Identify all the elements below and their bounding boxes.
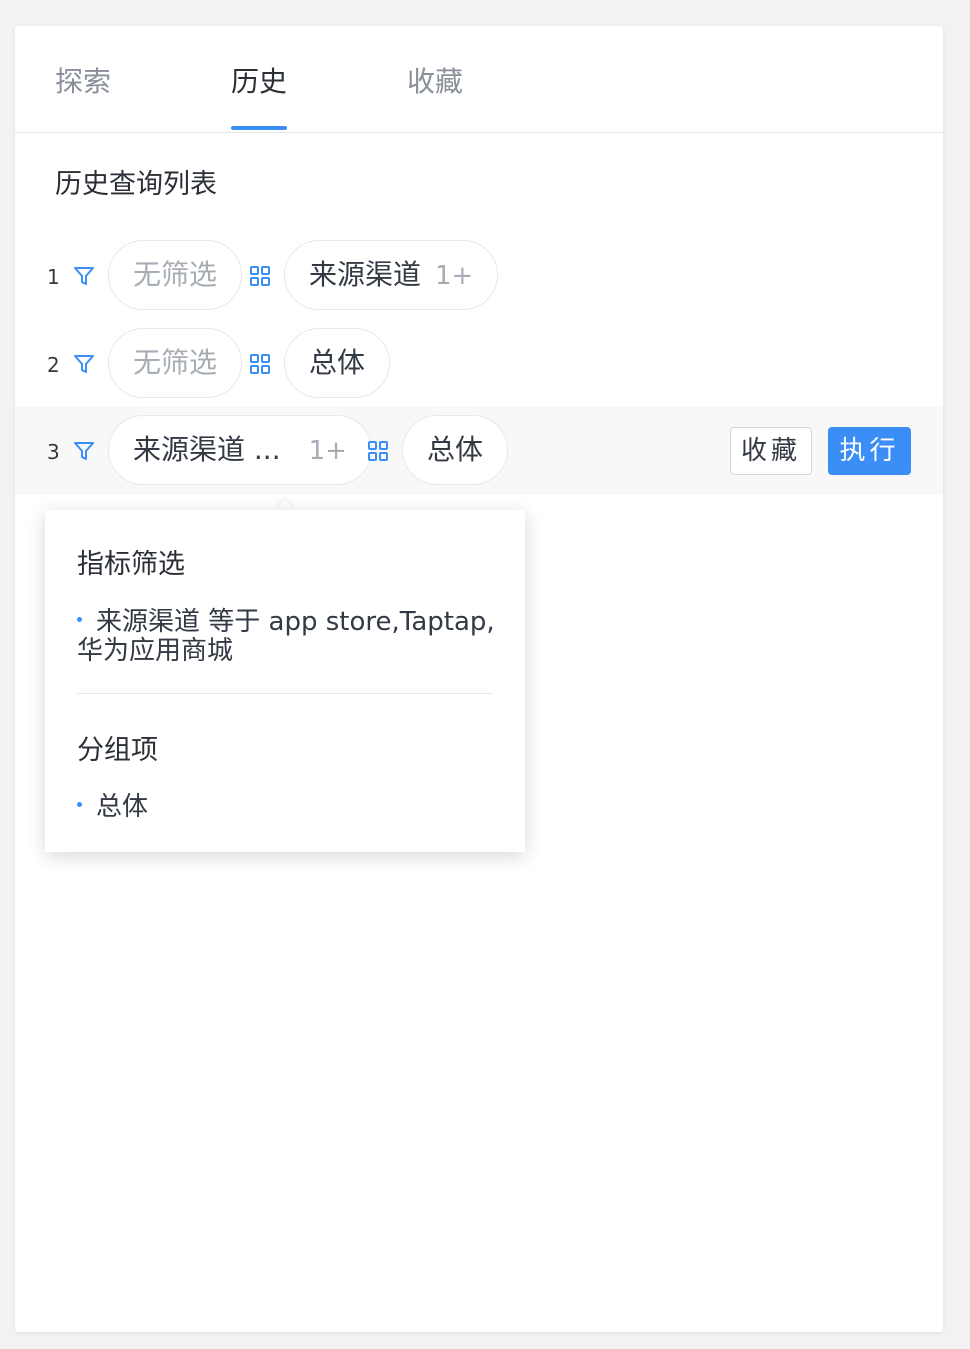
- group-icon: [250, 354, 270, 374]
- history-row[interactable]: 1 无筛选 来源渠道 1+: [15, 232, 943, 320]
- group-by-heading: 分组项: [77, 735, 158, 766]
- row-number: 3: [47, 440, 60, 464]
- group-pill[interactable]: 来源渠道 1+: [284, 240, 499, 310]
- active-tab-indicator: [231, 126, 287, 130]
- favorite-button[interactable]: 收藏: [730, 427, 812, 475]
- tab-favorites[interactable]: 收藏: [407, 64, 463, 100]
- history-row[interactable]: 2 无筛选 总体: [15, 320, 943, 408]
- filter-pill[interactable]: 无筛选: [108, 328, 243, 398]
- popover-divider: [77, 693, 493, 694]
- bullet-dot: [77, 802, 82, 807]
- metric-filter-text: 来源渠道 等于 app store,Taptap,华为应用商城: [77, 607, 495, 666]
- filter-icon: [74, 267, 94, 285]
- metric-filter-item: 来源渠道 等于 app store,Taptap,华为应用商城: [77, 608, 497, 666]
- bullet-dot: [77, 617, 82, 622]
- group-icon: [368, 441, 388, 461]
- filter-icon: [74, 442, 94, 460]
- group-pill[interactable]: 总体: [402, 415, 509, 485]
- filter-pill-label: 无筛选: [133, 258, 218, 291]
- filter-pill-label: 来源渠道 ...: [133, 433, 281, 466]
- tab-history[interactable]: 历史: [231, 64, 287, 100]
- group-by-text: 总体: [96, 792, 149, 822]
- filter-pill[interactable]: 无筛选: [108, 240, 243, 310]
- group-by-item: 总体: [77, 793, 497, 822]
- execute-button[interactable]: 执行: [828, 427, 911, 475]
- row-number: 2: [47, 353, 60, 377]
- metric-filter-heading: 指标筛选: [77, 549, 185, 580]
- group-pill-label: 总体: [309, 346, 366, 379]
- history-row[interactable]: 3 来源渠道 ... 1+ 总体 收藏 执行: [15, 407, 943, 495]
- tab-explore[interactable]: 探索: [55, 64, 111, 100]
- group-pill-extra-count: 1+: [435, 261, 474, 291]
- filter-pill[interactable]: 来源渠道 ... 1+: [108, 415, 372, 485]
- group-pill[interactable]: 总体: [284, 328, 391, 398]
- filter-pill-label: 无筛选: [133, 346, 218, 379]
- filter-pill-extra-count: 1+: [308, 436, 347, 466]
- group-pill-label: 总体: [427, 433, 484, 466]
- group-icon: [250, 266, 270, 286]
- row-number: 1: [47, 265, 60, 289]
- filter-icon: [74, 355, 94, 373]
- group-pill-label: 来源渠道: [309, 258, 422, 291]
- history-list-title: 历史查询列表: [55, 169, 217, 200]
- tab-bar: 探索 历史 收藏: [15, 26, 943, 133]
- query-detail-popover: 指标筛选 来源渠道 等于 app store,Taptap,华为应用商城 分组项…: [45, 510, 525, 852]
